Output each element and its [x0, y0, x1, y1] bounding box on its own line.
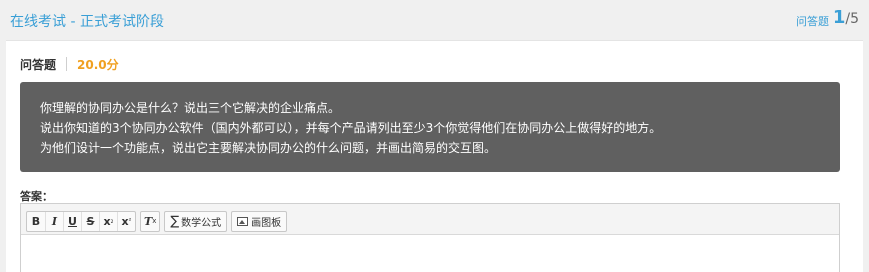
drawing-board-label: 画图板 — [251, 217, 282, 229]
strikethrough-button[interactable]: S — [81, 211, 99, 231]
question-line: 你理解的协同办公是什么？说出三个它解决的企业痛点。 — [40, 101, 341, 115]
editor-toolbar: B I U S x₂ x² Tx ∑ 数学公式 画图板 — [21, 204, 839, 235]
question-score: 20.0分 — [77, 57, 119, 72]
clear-format-group: Tx — [140, 210, 161, 232]
math-formula-group: ∑ 数学公式 — [164, 210, 228, 232]
math-formula-label: 数学公式 — [181, 217, 222, 229]
question-header: 问答题 20.0分 — [20, 55, 119, 73]
question-type-indicator: 问答题 — [796, 15, 829, 28]
drawing-board-group: 画图板 — [231, 210, 288, 232]
clear-format-button[interactable]: Tx — [141, 212, 159, 231]
superscript-button[interactable]: x² — [117, 211, 135, 231]
math-formula-button[interactable]: ∑ 数学公式 — [165, 212, 226, 231]
image-icon — [237, 216, 249, 226]
total-questions: /5 — [845, 11, 859, 27]
header-divider — [66, 57, 68, 71]
question-panel: 问答题 20.0分 你理解的协同办公是什么？说出三个它解决的企业痛点。 说出你知… — [6, 40, 863, 272]
page-title: 在线考试 - 正式考试阶段 — [10, 14, 164, 30]
question-counter: 1/5 — [833, 7, 859, 28]
bold-button[interactable]: B — [27, 212, 45, 231]
answer-text-area[interactable] — [21, 235, 839, 272]
question-line: 说出你知道的3个协同办公软件（国内外都可以），并每个产品请列出至少3个你觉得他们… — [40, 121, 662, 135]
top-bar: 在线考试 - 正式考试阶段 问答题 1/5 — [0, 0, 869, 40]
answer-editor[interactable]: B I U S x₂ x² Tx ∑ 数学公式 画图板 — [20, 203, 840, 272]
question-type-label: 问答题 — [20, 57, 57, 72]
italic-button[interactable]: I — [45, 211, 63, 231]
question-line: 为他们设计一个功能点，说出它主要解决协同办公的什么问题，并画出简易的交互图。 — [40, 141, 497, 155]
question-text-box: 你理解的协同办公是什么？说出三个它解决的企业痛点。 说出你知道的3个协同办公软件… — [20, 82, 840, 172]
underline-button[interactable]: U — [63, 211, 81, 231]
drawing-board-button[interactable]: 画图板 — [232, 212, 286, 231]
subscript-button[interactable]: x₂ — [99, 211, 117, 231]
sigma-icon: ∑ — [170, 213, 180, 229]
format-button-group: B I U S x₂ x² — [26, 210, 136, 232]
current-question-number: 1 — [832, 7, 846, 28]
answer-label: 答案： — [20, 190, 53, 203]
